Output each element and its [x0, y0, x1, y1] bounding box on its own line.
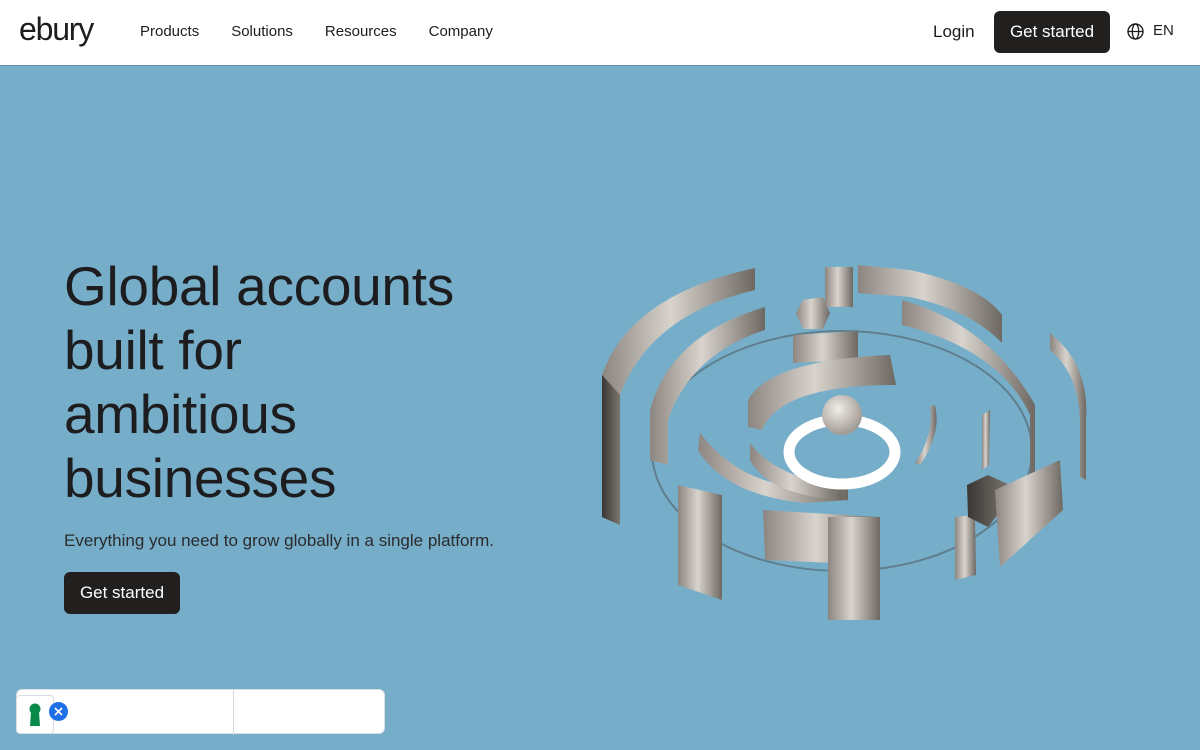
keyhole-icon: [29, 703, 41, 726]
nav-item-products[interactable]: Products: [140, 23, 199, 41]
header-get-started-button[interactable]: Get started: [994, 11, 1110, 53]
hero-subtitle: Everything you need to grow globally in …: [64, 531, 494, 550]
language-label: EN: [1153, 22, 1174, 39]
main-nav: Products Solutions Resources Company: [140, 23, 493, 41]
privacy-settings-button[interactable]: [16, 695, 54, 734]
consent-widget: [16, 689, 385, 735]
language-selector[interactable]: EN: [1127, 22, 1174, 40]
hero-title: Global accounts built for ambitious busi…: [64, 254, 544, 510]
widget-close-button[interactable]: [49, 702, 68, 721]
hero-title-line: Global accounts: [64, 255, 454, 317]
close-icon: [54, 707, 63, 716]
site-header: ebury Products Solutions Resources Compa…: [0, 0, 1200, 66]
widget-divider: [233, 690, 234, 735]
nav-item-company[interactable]: Company: [429, 23, 493, 41]
hero-title-line: ambitious: [64, 383, 297, 445]
ebury-logo[interactable]: ebury: [19, 12, 94, 46]
maze-illustration: [602, 265, 1087, 620]
nav-item-resources[interactable]: Resources: [325, 23, 397, 41]
hero-get-started-button[interactable]: Get started: [64, 572, 180, 614]
hero-title-line: built for: [64, 319, 242, 381]
hero-title-line: businesses: [64, 447, 337, 509]
login-link[interactable]: Login: [933, 22, 975, 42]
globe-icon: [1127, 22, 1144, 40]
nav-item-solutions[interactable]: Solutions: [231, 23, 293, 41]
